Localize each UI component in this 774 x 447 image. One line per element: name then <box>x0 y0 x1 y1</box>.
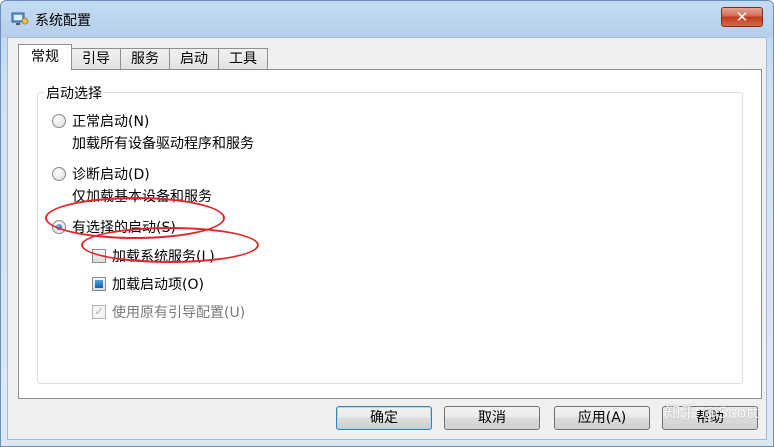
system-config-window: 系统配置 ✕ 常规 引导 服务 启动 工具 启动选择 正常启动(N) 加载所有设… <box>0 0 774 447</box>
diagnostic-startup-description: 仅加载基本设备和服务 <box>72 189 212 205</box>
normal-startup-radio[interactable]: 正常启动(N) <box>52 111 149 131</box>
use-original-boot-config-checkbox: ✓ 使用原有引导配置(U) <box>92 302 245 322</box>
tab-strip: 常规 引导 服务 启动 工具 <box>18 44 268 70</box>
ok-button[interactable]: 确定 <box>336 406 432 430</box>
check-icon: ✓ <box>92 305 106 319</box>
normal-startup-description: 加载所有设备驱动程序和服务 <box>72 136 254 152</box>
load-system-services-checkbox[interactable]: 加载系统服务(L) <box>92 246 215 266</box>
tab-startup[interactable]: 启动 <box>169 48 219 70</box>
tab-boot[interactable]: 引导 <box>71 48 121 70</box>
load-startup-items-label: 加载启动项(O) <box>112 277 204 293</box>
selective-startup-label: 有选择的启动(S) <box>72 220 176 236</box>
cancel-button[interactable]: 取消 <box>444 406 540 430</box>
close-button[interactable]: ✕ <box>721 7 763 27</box>
startup-selection-group: 启动选择 正常启动(N) 加载所有设备驱动程序和服务 诊断启动(D) 仅加载基本… <box>37 83 743 384</box>
title-bar: 系统配置 ✕ <box>1 1 773 37</box>
diagnostic-startup-label: 诊断启动(D) <box>72 167 150 183</box>
tab-services[interactable]: 服务 <box>120 48 170 70</box>
apply-button[interactable]: 应用(A) <box>554 406 650 430</box>
general-tab-panel: 启动选择 正常启动(N) 加载所有设备驱动程序和服务 诊断启动(D) 仅加载基本… <box>18 69 762 399</box>
radio-indicator[interactable] <box>52 114 66 128</box>
checkbox-indicator[interactable] <box>92 277 106 291</box>
selective-startup-radio[interactable]: 有选择的启动(S) <box>52 217 176 237</box>
window-title: 系统配置 <box>35 13 91 29</box>
tab-general[interactable]: 常规 <box>18 44 72 70</box>
radio-indicator[interactable] <box>52 220 66 234</box>
checkbox-indicator[interactable] <box>92 249 106 263</box>
normal-startup-label: 正常启动(N) <box>72 114 150 130</box>
dialog-body: 常规 引导 服务 启动 工具 启动选择 正常启动(N) 加载所有设备驱动程序和服… <box>7 37 767 440</box>
radio-indicator[interactable] <box>52 167 66 181</box>
tab-tools[interactable]: 工具 <box>218 48 268 70</box>
system-config-icon <box>11 12 29 25</box>
diagnostic-startup-radio[interactable]: 诊断启动(D) <box>52 164 150 184</box>
load-startup-items-checkbox[interactable]: 加载启动项(O) <box>92 274 204 294</box>
load-system-services-label: 加载系统服务(L) <box>112 249 215 265</box>
group-legend: 启动选择 <box>44 83 104 103</box>
watermark-text: 知乎 @Scott <box>664 403 759 422</box>
use-original-boot-config-label: 使用原有引导配置(U) <box>112 305 246 321</box>
dialog-buttons: 确定 取消 应用(A) 帮助 <box>8 406 766 434</box>
